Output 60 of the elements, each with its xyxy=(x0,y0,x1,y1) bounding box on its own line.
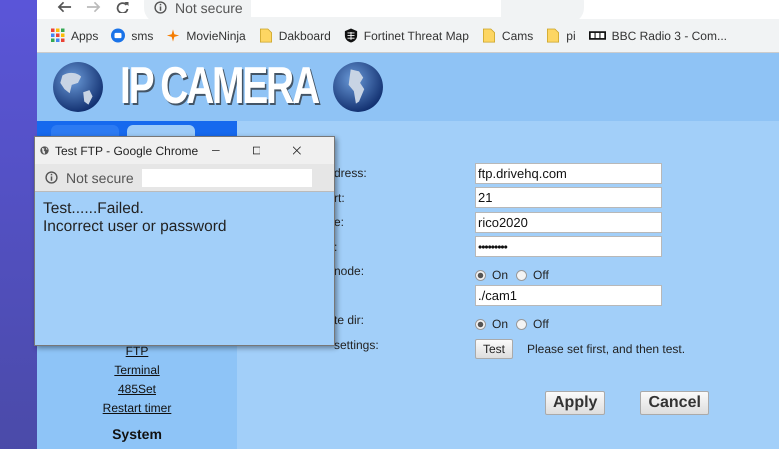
message-text: Test......Failed. xyxy=(43,200,145,218)
field-label: rt: xyxy=(334,190,345,205)
bookmark[interactable]: sms xyxy=(111,28,154,43)
form-button[interactable]: Apply xyxy=(545,391,606,415)
globe-icon xyxy=(52,61,104,113)
close-icon[interactable] xyxy=(293,145,301,156)
field-label: node: xyxy=(334,264,364,278)
message-text: Incorrect user or password xyxy=(43,218,228,236)
menu-link[interactable]: Terminal xyxy=(114,363,160,377)
menu-link[interactable]: Restart timer xyxy=(102,401,172,415)
field-label: te dir: xyxy=(334,313,364,328)
form-button[interactable]: Cancel xyxy=(640,391,709,415)
star-icon xyxy=(166,28,180,43)
chat-icon xyxy=(111,28,126,43)
test-button[interactable]: Test xyxy=(475,338,514,359)
field-label: settings: xyxy=(334,338,379,352)
globe-icon xyxy=(40,144,49,157)
window-title: Test FTP - Google Chrome xyxy=(55,144,198,158)
field-label: dress: xyxy=(334,166,367,180)
bookmark[interactable]: pi xyxy=(546,28,576,43)
radio-button[interactable] xyxy=(475,270,486,281)
hint-text: Please set first, and then test. xyxy=(527,342,686,356)
globe-icon xyxy=(332,61,384,113)
folder-icon xyxy=(482,28,496,43)
menu-link[interactable]: FTP xyxy=(126,344,148,358)
menu-link[interactable]: 485Set xyxy=(118,382,156,396)
section-heading: System xyxy=(112,426,162,442)
bookmark[interactable]: Dakboard xyxy=(258,28,331,43)
radio-option[interactable]: On xyxy=(475,268,508,282)
bookmark[interactable]: Fortinet Threat Map xyxy=(344,28,469,43)
info-icon xyxy=(45,171,58,184)
radio-option[interactable]: Off xyxy=(516,317,549,332)
input-field[interactable]: 21 xyxy=(475,187,662,208)
radio-button[interactable] xyxy=(516,318,528,330)
radio-option[interactable]: On xyxy=(475,317,508,332)
bookmark[interactable]: Apps xyxy=(51,28,98,43)
folder-icon xyxy=(258,28,273,43)
shield-icon xyxy=(344,28,358,43)
site-title: IP CAMERA xyxy=(120,56,320,117)
folder-icon xyxy=(546,28,560,43)
field-label: : xyxy=(334,240,338,254)
input-field[interactable]: ./cam1 xyxy=(475,285,662,306)
bookmark[interactable]: Cams xyxy=(482,28,534,43)
input-field[interactable]: rico2020 xyxy=(475,212,662,233)
maximize-icon[interactable] xyxy=(252,145,260,156)
back-icon[interactable] xyxy=(57,0,72,12)
radio-button[interactable] xyxy=(475,318,486,330)
security-label: Not secure xyxy=(66,170,134,186)
grid-icon xyxy=(51,28,65,43)
input-field[interactable]: ••••••••• xyxy=(475,236,662,258)
reload-icon[interactable] xyxy=(115,0,130,12)
input-field[interactable]: ftp.drivehq.com xyxy=(475,162,662,184)
bookmark[interactable]: MovieNinja xyxy=(166,28,246,43)
bookmark[interactable]: BBC Radio 3 - Com... xyxy=(588,28,727,42)
radio-option[interactable]: Off xyxy=(516,268,549,282)
address-bar[interactable]: Not secure xyxy=(144,0,584,19)
info-icon xyxy=(154,1,167,14)
radio-button[interactable] xyxy=(516,270,528,281)
security-label: Not secure xyxy=(175,0,243,16)
radio-logo-icon xyxy=(588,31,606,40)
